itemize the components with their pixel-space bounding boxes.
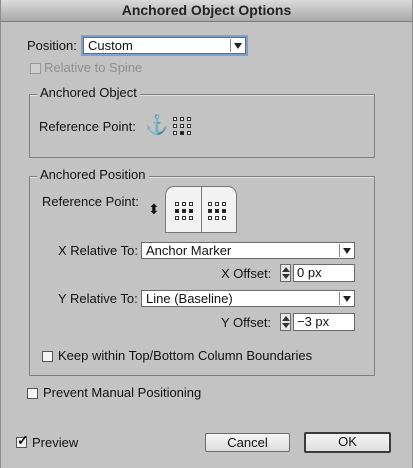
y-relative-to-label: Y Relative To: — [58, 291, 138, 306]
position-select[interactable]: Custom — [83, 37, 246, 54]
x-offset-field[interactable]: 0 px — [293, 264, 355, 282]
stepper-up-icon[interactable] — [282, 267, 290, 272]
anchored-object-reference-point-label: Reference Point: — [39, 119, 136, 134]
page-spread-proxy[interactable] — [165, 186, 237, 233]
position-select-value: Custom — [88, 38, 133, 53]
rp-middle-right[interactable] — [222, 209, 226, 213]
rp-bottom-right[interactable] — [222, 216, 226, 220]
x-relative-to-label: X Relative To: — [58, 243, 138, 258]
x-offset-label: X Offset: — [221, 266, 272, 281]
select-separator — [339, 244, 340, 257]
ref-point-center[interactable] — [180, 124, 184, 128]
chevron-down-icon — [234, 43, 242, 49]
chevron-down-icon — [343, 296, 351, 302]
ref-point-bottom-center[interactable] — [180, 131, 184, 135]
rp-bottom-center[interactable] — [215, 216, 219, 220]
anchored-object-reference-point-grid[interactable] — [173, 117, 193, 137]
relative-to-spine-label: Relative to Spine — [44, 60, 143, 75]
anchored-object-title: Anchored Object — [37, 85, 140, 100]
chevron-down-icon — [343, 248, 351, 254]
prevent-manual-positioning-checkbox[interactable] — [27, 388, 38, 399]
x-relative-to-value: Anchor Marker — [146, 243, 232, 258]
rp-bottom-left[interactable] — [208, 216, 212, 220]
stepper-down-icon[interactable] — [282, 323, 290, 328]
y-offset-field[interactable]: −3 px — [293, 313, 355, 331]
ref-point-bottom-right[interactable] — [187, 131, 191, 135]
select-separator — [230, 39, 231, 52]
preview-label: Preview — [32, 435, 79, 450]
lp-bottom-left[interactable] — [175, 216, 179, 220]
lp-bottom-center[interactable] — [182, 216, 186, 220]
rp-top-center[interactable] — [215, 202, 219, 206]
rp-top-left[interactable] — [208, 202, 212, 206]
ref-point-middle-left[interactable] — [173, 124, 177, 128]
select-separator — [339, 292, 340, 305]
ref-point-middle-right[interactable] — [187, 124, 191, 128]
position-label: Position: — [27, 38, 77, 53]
window-title: Anchored Object Options — [1, 0, 412, 22]
spread-toggle-icon[interactable]: ⬍ — [148, 201, 160, 218]
lp-center[interactable] — [182, 209, 186, 213]
anchored-object-options-dialog: Anchored Object Options Position: Custom… — [0, 0, 413, 468]
stepper-down-icon[interactable] — [282, 274, 290, 279]
ok-button[interactable]: OK — [304, 432, 391, 453]
ref-point-top-center[interactable] — [180, 117, 184, 121]
anchored-position-title: Anchored Position — [37, 167, 149, 182]
rp-top-right[interactable] — [222, 202, 226, 206]
y-relative-to-value: Line (Baseline) — [146, 291, 233, 306]
rp-center[interactable] — [215, 209, 219, 213]
keep-within-checkbox[interactable] — [42, 351, 53, 362]
stepper-up-icon[interactable] — [282, 316, 290, 321]
x-offset-stepper[interactable] — [280, 264, 291, 282]
ref-point-bottom-left[interactable] — [173, 131, 177, 135]
lp-top-center[interactable] — [182, 202, 186, 206]
right-page-reference-grid[interactable] — [208, 202, 228, 222]
checkmark-icon: ✓ — [17, 432, 29, 448]
lp-top-right[interactable] — [189, 202, 193, 206]
y-relative-to-select[interactable]: Line (Baseline) — [141, 290, 355, 307]
lp-middle-right[interactable] — [189, 209, 193, 213]
prevent-manual-positioning-label: Prevent Manual Positioning — [43, 385, 202, 400]
keep-within-label: Keep within Top/Bottom Column Boundaries — [58, 348, 313, 363]
lp-bottom-right[interactable] — [189, 216, 193, 220]
y-offset-stepper[interactable] — [280, 313, 291, 331]
cancel-button[interactable]: Cancel — [205, 433, 290, 452]
anchor-icon: ⚓ — [145, 115, 169, 136]
lp-top-left[interactable] — [175, 202, 179, 206]
preview-checkbox[interactable]: ✓ — [16, 432, 29, 448]
left-page-reference-grid[interactable] — [175, 202, 195, 222]
relative-to-spine-checkbox[interactable] — [30, 63, 41, 74]
rp-middle-left[interactable] — [208, 209, 212, 213]
lp-middle-left[interactable] — [175, 209, 179, 213]
ref-point-top-right[interactable] — [187, 117, 191, 121]
ref-point-top-left[interactable] — [173, 117, 177, 121]
x-relative-to-select[interactable]: Anchor Marker — [141, 242, 355, 259]
y-offset-label: Y Offset: — [221, 315, 272, 330]
anchored-position-reference-point-label: Reference Point: — [42, 194, 139, 209]
